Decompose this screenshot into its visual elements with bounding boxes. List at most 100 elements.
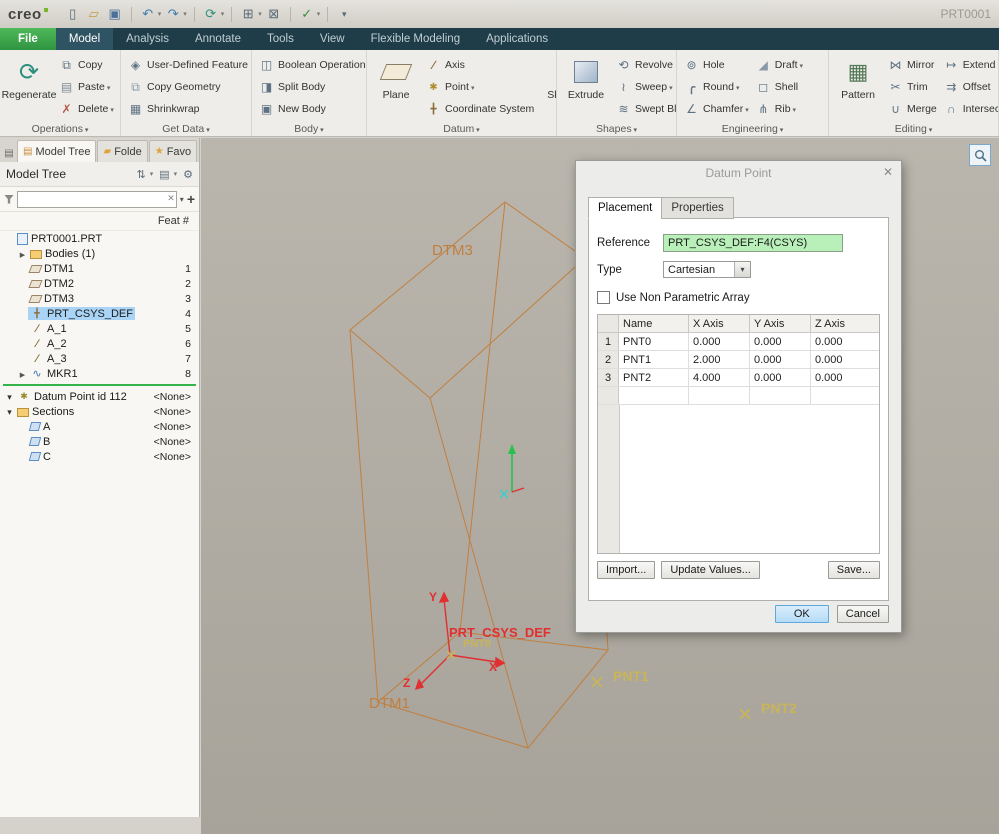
point-row-pnt1[interactable]: 2 PNT1 2.000 0.000 0.000 [598,351,879,369]
navigator-tab-folde[interactable]: Folde [97,140,147,162]
navigator-tab-model-tree[interactable]: Model Tree [17,140,96,162]
button-sweep[interactable]: Sweep [612,76,677,98]
cancel-button[interactable]: Cancel [837,605,889,623]
button-delete[interactable]: Delete [55,98,117,120]
navigator-tab-favo[interactable]: Favo [149,140,197,162]
button-extend[interactable]: Extend [940,54,999,76]
undo-icon[interactable] [139,5,157,23]
button-revolve[interactable]: Revolve [612,54,677,76]
button-new-body[interactable]: New Body [255,98,367,120]
tree-item-dtm1[interactable]: DTM1 1 [0,261,199,276]
empty-row[interactable] [598,387,879,405]
button-mirror[interactable]: Mirror [884,54,940,76]
button-intersect[interactable]: Intersect [940,98,999,120]
import-button[interactable]: Import... [597,561,655,579]
dialog-tab-properties[interactable]: Properties [661,197,733,219]
button-shell[interactable]: Shell [752,76,806,98]
button-swept-blend[interactable]: Swept Blend [612,98,677,120]
chevron-down-icon[interactable]: ▾ [180,195,184,204]
customize-toolbar-icon[interactable] [335,5,353,23]
expand-arrow[interactable] [17,248,28,260]
tree-item-a-3[interactable]: A_3 7 [0,351,199,366]
chevron-down-icon[interactable]: ▾ [183,10,187,18]
tree-item-b[interactable]: B <None> [0,434,199,449]
tree-item-c[interactable]: C <None> [0,449,199,464]
button-boolean-operations[interactable]: Boolean Operations [255,54,367,76]
button-coordinate-system[interactable]: Coordinate System [422,98,537,120]
validate-icon[interactable] [298,5,316,23]
add-filter-icon[interactable] [187,191,195,207]
group-label-body[interactable]: Body [252,123,366,135]
close-icon[interactable] [883,166,893,178]
tab-view[interactable]: View [307,28,358,50]
search-button[interactable] [969,144,991,166]
regenerate-button[interactable]: ⟳ Regenerate [3,53,55,101]
dtm1-label[interactable]: DTM1 [369,695,410,712]
pnt2-label[interactable]: PNT2 [761,700,797,716]
expand-arrow[interactable] [17,368,28,380]
tree-item-a-2[interactable]: A_2 6 [0,336,199,351]
close-window-icon[interactable] [265,5,283,23]
insert-here-indicator[interactable] [3,384,196,386]
tree-filters-icon[interactable] [159,168,169,181]
chevron-down-icon[interactable]: ▾ [317,10,321,18]
pattern-button[interactable]: ▦ Pattern [832,53,884,101]
save-icon[interactable] [106,5,124,23]
group-label-shapes[interactable]: Shapes [557,123,676,135]
group-label-editing[interactable]: Editing [829,123,998,135]
group-label-engineering[interactable]: Engineering [677,123,828,135]
button-split-body[interactable]: Split Body [255,76,367,98]
sketch-button[interactable]: ∿ Sketch [537,53,557,101]
button-chamfer[interactable]: Chamfer [680,98,752,120]
open-file-icon[interactable] [85,5,103,23]
pnt1-label[interactable]: PNT1 [613,668,649,684]
button-point[interactable]: Point [422,76,537,98]
chevron-down-icon[interactable]: ▾ [221,10,225,18]
tab-applications[interactable]: Applications [473,28,561,50]
button-merge[interactable]: Merge [884,98,940,120]
tab-annotate[interactable]: Annotate [182,28,254,50]
point-row-pnt2[interactable]: 3 PNT2 4.000 0.000 0.000 [598,369,879,387]
button-axis[interactable]: Axis [422,54,537,76]
button-copy-geometry[interactable]: Copy Geometry [124,76,251,98]
tab-tools[interactable]: Tools [254,28,307,50]
button-user-defined-feature[interactable]: User-Defined Feature [124,54,251,76]
button-rib[interactable]: Rib [752,98,806,120]
extrude-button[interactable]: Extrude [560,53,612,101]
save-button[interactable]: Save... [828,561,880,579]
tree-settings-icon[interactable] [183,168,193,181]
button-draft[interactable]: Draft [752,54,806,76]
chevron-down-icon[interactable]: ▾ [158,10,162,18]
chevron-down-icon[interactable]: ▾ [258,10,262,18]
tree-item-datum-point-id-112[interactable]: Datum Point id 112 <None> [0,389,199,404]
tree-item-a-1[interactable]: A_1 5 [0,321,199,336]
tab-file[interactable]: File [0,28,56,50]
dialog-tab-placement[interactable]: Placement [588,197,662,219]
button-trim[interactable]: Trim [884,76,940,98]
button-paste[interactable]: Paste [55,76,117,98]
pnt0-label[interactable]: PNT0 [463,638,491,650]
tree-item-dtm2[interactable]: DTM2 2 [0,276,199,291]
tree-item-sections[interactable]: Sections <None> [0,404,199,419]
navigator-toggle-icon[interactable] [2,144,16,162]
group-label-datum[interactable]: Datum [367,123,556,135]
type-dropdown[interactable]: Cartesian [663,261,751,278]
expand-arrow[interactable] [4,391,15,403]
reference-field[interactable]: PRT_CSYS_DEF:F4(CSYS) [663,234,843,252]
group-label-operations[interactable]: Operations [0,123,120,135]
chevron-down-icon[interactable]: ▾ [174,170,178,178]
button-shrinkwrap[interactable]: Shrinkwrap [124,98,251,120]
tree-item-mkr1[interactable]: MKR1 8 [0,366,199,381]
button-offset[interactable]: Offset [940,76,999,98]
redo-icon[interactable] [164,5,182,23]
tab-flexible-modeling[interactable]: Flexible Modeling [358,28,474,50]
ok-button[interactable]: OK [775,605,829,623]
group-label-get-data[interactable]: Get Data [121,123,251,135]
regenerate-quick-icon[interactable] [202,5,220,23]
chevron-down-icon[interactable] [734,262,750,277]
new-file-icon[interactable] [64,5,82,23]
tab-model[interactable]: Model [56,28,113,50]
dialog-titlebar[interactable]: Datum Point [576,161,901,185]
tab-analysis[interactable]: Analysis [113,28,182,50]
clear-filter-icon[interactable]: ✕ [167,193,175,204]
